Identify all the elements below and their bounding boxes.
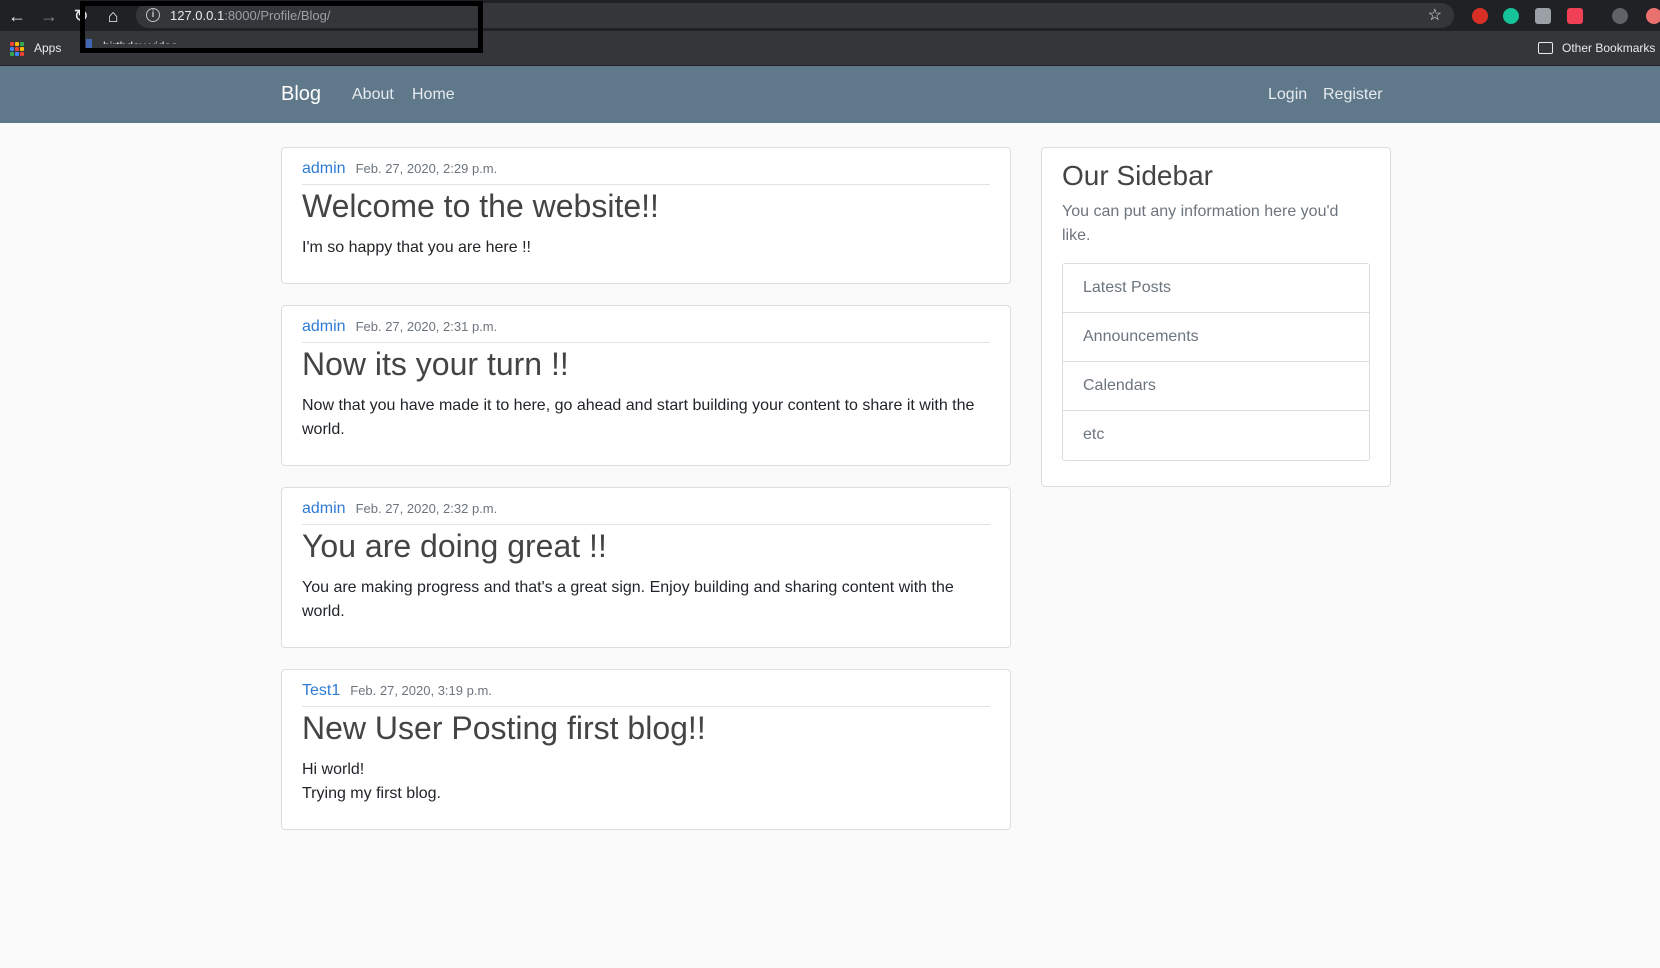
post-title-link[interactable]: Welcome to the website!! — [302, 188, 659, 225]
post-body: Now that you have made it to here, go ah… — [302, 394, 980, 442]
sidebar-subtitle: You can put any information here you'd l… — [1062, 203, 1339, 244]
post-date: Feb. 27, 2020, 3:19 p.m. — [350, 683, 492, 698]
forward-arrow-icon[interactable]: → — [37, 4, 61, 28]
navbar-brand[interactable]: Blog — [281, 83, 321, 106]
post-meta: admin Feb. 27, 2020, 2:32 p.m. — [302, 500, 990, 525]
profile-avatar[interactable] — [1612, 8, 1628, 24]
post-author-link[interactable]: admin — [302, 500, 346, 517]
post-meta: Test1 Feb. 27, 2020, 3:19 p.m. — [302, 682, 990, 707]
bookmark-other[interactable]: Other Bookmarks — [1562, 41, 1655, 55]
post-date: Feb. 27, 2020, 2:29 p.m. — [355, 161, 498, 176]
post-card: Test1 Feb. 27, 2020, 3:19 p.m. New User P… — [281, 669, 1011, 830]
sidebar-list: Latest Posts Announcements Calendars etc — [1062, 263, 1370, 461]
bookmark-apps[interactable]: Apps — [34, 41, 61, 55]
redaction-box — [80, 1, 483, 53]
sidebar-title: Our Sidebar — [1062, 160, 1213, 191]
post-body: I'm so happy that you are here !! — [302, 236, 980, 260]
post-author-link[interactable]: admin — [302, 318, 346, 335]
sidebar: Our Sidebar You can put any information … — [1041, 147, 1391, 487]
sidebar-item-latest-posts[interactable]: Latest Posts — [1063, 264, 1369, 313]
post-body-line: Trying my first blog. — [302, 785, 441, 802]
post-date: Feb. 27, 2020, 2:32 p.m. — [355, 501, 498, 516]
post-date: Feb. 27, 2020, 2:31 p.m. — [355, 319, 498, 334]
post-meta: admin Feb. 27, 2020, 2:31 p.m. — [302, 318, 990, 343]
extension-menu-icon[interactable] — [1646, 8, 1660, 24]
post-meta: admin Feb. 27, 2020, 2:29 p.m. — [302, 160, 990, 185]
post-body-line: I'm so happy that you are here !! — [302, 239, 531, 256]
post-body-line: Now that you have made it to here, go ah… — [302, 397, 975, 438]
post-body-line: Hi world! — [302, 761, 365, 778]
extension-stop-icon[interactable] — [1472, 8, 1488, 24]
sidebar-item-etc[interactable]: etc — [1063, 411, 1369, 460]
site-navbar: Blog About Home Login Register — [0, 66, 1660, 123]
apps-grid-icon[interactable] — [10, 42, 24, 56]
sidebar-item-announcements[interactable]: Announcements — [1063, 313, 1369, 362]
post-body-line: You are making progress and that's a gre… — [302, 579, 954, 620]
sidebar-item-calendars[interactable]: Calendars — [1063, 362, 1369, 411]
extension-generic-icon[interactable] — [1535, 8, 1551, 24]
post-title-link[interactable]: You are doing great !! — [302, 528, 607, 565]
post-title-link[interactable]: New User Posting first blog!! — [302, 710, 706, 747]
back-arrow-icon[interactable]: ← — [5, 4, 29, 28]
post-card: admin Feb. 27, 2020, 2:29 p.m. Welcome to… — [281, 147, 1011, 284]
post-card: admin Feb. 27, 2020, 2:32 p.m. You are do… — [281, 487, 1011, 648]
nav-link-about[interactable]: About — [352, 86, 394, 104]
nav-link-login[interactable]: Login — [1268, 86, 1307, 104]
extension-grammarly-icon[interactable] — [1503, 8, 1519, 24]
nav-link-register[interactable]: Register — [1323, 86, 1383, 104]
post-body: You are making progress and that's a gre… — [302, 576, 980, 624]
nav-link-home[interactable]: Home — [412, 86, 455, 104]
folder-icon — [1538, 42, 1553, 54]
post-body: Hi world! Trying my first blog. — [302, 758, 980, 806]
post-author-link[interactable]: admin — [302, 160, 346, 177]
post-author-link[interactable]: Test1 — [302, 682, 340, 699]
post-card: admin Feb. 27, 2020, 2:31 p.m. Now its yo… — [281, 305, 1011, 466]
post-title-link[interactable]: Now its your turn !! — [302, 346, 569, 383]
extension-pocket-icon[interactable] — [1567, 8, 1583, 24]
bookmark-star-icon[interactable]: ☆ — [1428, 5, 1442, 25]
